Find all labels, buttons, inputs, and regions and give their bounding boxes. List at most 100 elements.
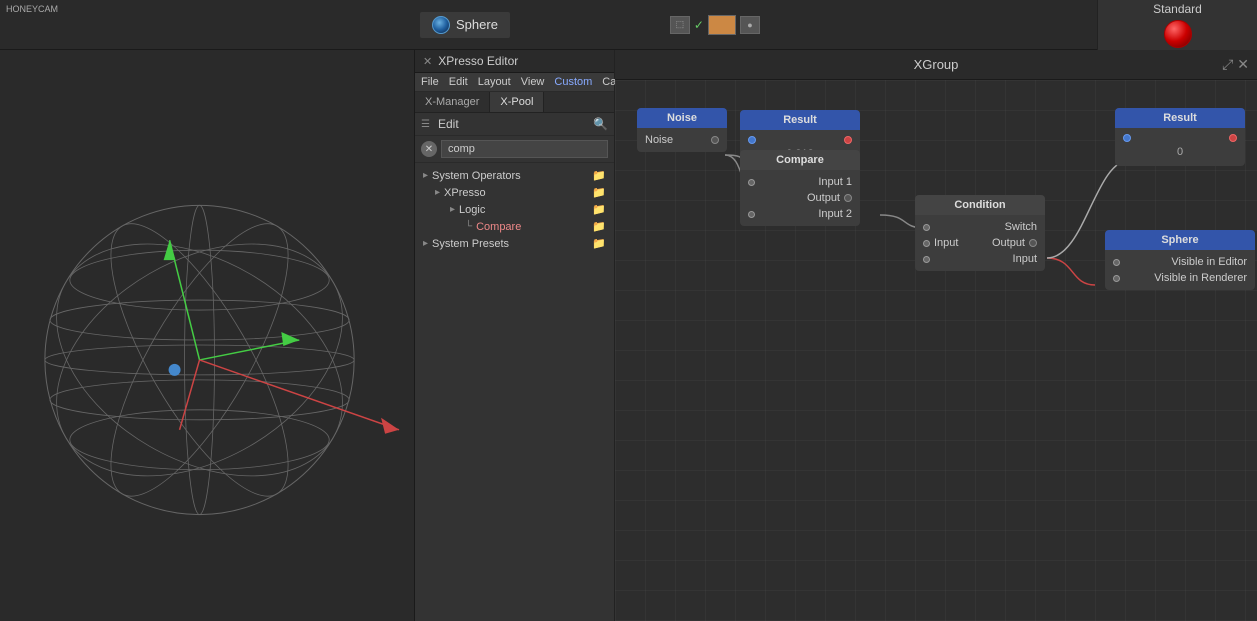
node-compare[interactable]: Compare Input 1 Output Input 2	[740, 150, 860, 226]
tree-item-logic[interactable]: ▸ Logic 📁	[415, 201, 614, 218]
graph-canvas[interactable]: Result 0.318 Noise Noise	[615, 80, 1257, 621]
tree-presets-label: System Presets	[432, 238, 509, 250]
node-result-right[interactable]: Result 0	[1115, 108, 1245, 166]
tab-x-manager[interactable]: X-Manager	[415, 92, 490, 112]
close-xpresso-button[interactable]: ✕	[423, 55, 432, 68]
noise-output-port	[711, 136, 719, 144]
tree-item-system-presets[interactable]: ▸ System Presets 📁	[415, 235, 614, 252]
tab-x-pool[interactable]: X-Pool	[490, 92, 544, 112]
condition-input2-label: Input	[1013, 253, 1037, 265]
compare-input2-label: Input 2	[818, 208, 852, 220]
menu-file[interactable]: File	[421, 76, 439, 88]
top-bar: HONEYCAM Sphere ⬚ ✓ ● Standard	[0, 0, 1257, 50]
condition-input1-label: Input	[934, 237, 958, 249]
xpresso-tabs: X-Manager X-Pool	[415, 92, 614, 113]
sphere-visible-renderer-label: Visible in Renderer	[1154, 272, 1247, 284]
node-sphere[interactable]: Sphere Visible in Editor Visible in Rend…	[1105, 230, 1255, 290]
condition-switch-row: Switch	[915, 219, 1045, 235]
render-icon[interactable]	[708, 15, 736, 35]
edit-label[interactable]: Edit	[438, 117, 459, 131]
folder-logic-icon: 📁	[592, 203, 606, 216]
sphere-visible-editor-port	[1113, 259, 1120, 266]
expand-icon-presets: ▸	[423, 238, 428, 249]
tree-compare-label: Compare	[476, 221, 521, 233]
node-graph-header: XGroup ⤢ ✕	[615, 50, 1257, 80]
compare-input1-port	[748, 179, 755, 186]
clear-search-button[interactable]: ✕	[421, 141, 437, 157]
noise-label: Noise	[645, 134, 673, 146]
connections-svg	[615, 110, 1257, 621]
honeycam-label: HONEYCAM	[6, 4, 58, 14]
sphere-visible-renderer-port	[1113, 275, 1120, 282]
compare-input1-row: Input 1	[740, 174, 860, 190]
menu-layout[interactable]: Layout	[478, 76, 511, 88]
viewport-3d[interactable]	[0, 50, 415, 621]
sphere-node-header: Sphere	[1105, 230, 1255, 250]
condition-header: Condition	[915, 195, 1045, 215]
compare-body: Input 1 Output Input 2	[740, 170, 860, 226]
xpresso-menu-bar: File Edit Layout View Custom Calculate	[415, 73, 614, 92]
render-region-icon[interactable]: ⬚	[670, 16, 690, 34]
menu-custom[interactable]: Custom	[554, 76, 592, 88]
expand-icon[interactable]: ⤢	[1222, 56, 1233, 73]
condition-input2-row: Input	[915, 251, 1045, 267]
expand-icon-xpresso: ▸	[435, 187, 440, 198]
compare-input2-row: Input 2	[740, 206, 860, 222]
tree-item-system-operators[interactable]: ▸ System Operators 📁	[415, 167, 614, 184]
folder-icon: 📁	[592, 169, 606, 182]
result-right-body: 0	[1115, 128, 1245, 166]
sphere-tab-label: Sphere	[456, 17, 498, 32]
condition-input1-row: Input Output	[915, 235, 1045, 251]
top-icons-group: ⬚ ✓ ●	[670, 15, 760, 35]
comp-search-input[interactable]	[441, 140, 608, 158]
condition-switch-label: Switch	[1005, 221, 1037, 233]
tree-item-xpresso[interactable]: ▸ XPresso 📁	[415, 184, 614, 201]
folder-compare-icon: 📁	[592, 220, 606, 233]
result-right-value: 0	[1115, 144, 1245, 162]
noise-header: Noise	[637, 108, 727, 128]
collapse-icon[interactable]: ✕	[1237, 56, 1249, 73]
comp-search-row: ✕	[415, 136, 614, 163]
tree-xpresso-label: XPresso	[444, 187, 486, 199]
compare-header: Compare	[740, 150, 860, 170]
node-noise[interactable]: Noise Noise	[637, 108, 727, 152]
result-top-input-port	[748, 136, 756, 144]
sphere-tab[interactable]: Sphere	[420, 12, 510, 38]
menu-edit[interactable]: Edit	[449, 76, 468, 88]
node-graph-area[interactable]: XGroup ⤢ ✕ Result	[615, 50, 1257, 621]
standard-label: Standard	[1153, 2, 1202, 16]
sphere-port2-row: Visible in Renderer	[1105, 270, 1255, 286]
xpresso-panel: ✕ XPresso Editor File Edit Layout View C…	[415, 50, 615, 621]
xpool-tree: ▸ System Operators 📁 ▸ XPresso 📁 ▸ Logic…	[415, 163, 614, 621]
compare-output-port	[844, 194, 852, 202]
result-top-port-row	[740, 134, 860, 146]
dot-icon[interactable]: ●	[740, 16, 760, 34]
menu-view[interactable]: View	[521, 76, 545, 88]
compare-input2-port	[748, 211, 755, 218]
menu-icon: ☰	[421, 119, 430, 130]
condition-switch-port	[923, 224, 930, 231]
search-icon[interactable]: 🔍	[593, 117, 608, 131]
xpresso-title: XPresso Editor	[438, 54, 518, 68]
xgroup-title: XGroup	[914, 57, 959, 72]
tree-item-label: System Operators	[432, 170, 521, 182]
main-content: ✕ XPresso Editor File Edit Layout View C…	[0, 50, 1257, 621]
expand-icon-logic: ▸	[450, 204, 455, 215]
compare-output-label: Output	[807, 192, 840, 204]
sphere-port1-row: Visible in Editor	[1105, 254, 1255, 270]
result-right-header: Result	[1115, 108, 1245, 128]
condition-input2-port	[923, 256, 930, 263]
sphere-visible-editor-label: Visible in Editor	[1171, 256, 1247, 268]
folder-xpresso-icon: 📁	[592, 186, 606, 199]
compare-input1-label: Input 1	[818, 176, 852, 188]
compare-output-row: Output	[740, 190, 860, 206]
edit-search-bar: ☰ Edit 🔍	[415, 113, 614, 136]
noise-port-row: Noise	[637, 132, 727, 148]
noise-body: Noise	[637, 128, 727, 152]
condition-output-port	[1029, 239, 1037, 247]
tree-item-compare[interactable]: └ Compare 📁	[415, 218, 614, 235]
standard-material-sphere	[1164, 20, 1192, 48]
sphere-node-body: Visible in Editor Visible in Renderer	[1105, 250, 1255, 290]
result-top-output-port	[844, 136, 852, 144]
node-condition[interactable]: Condition Switch Input Output	[915, 195, 1045, 271]
